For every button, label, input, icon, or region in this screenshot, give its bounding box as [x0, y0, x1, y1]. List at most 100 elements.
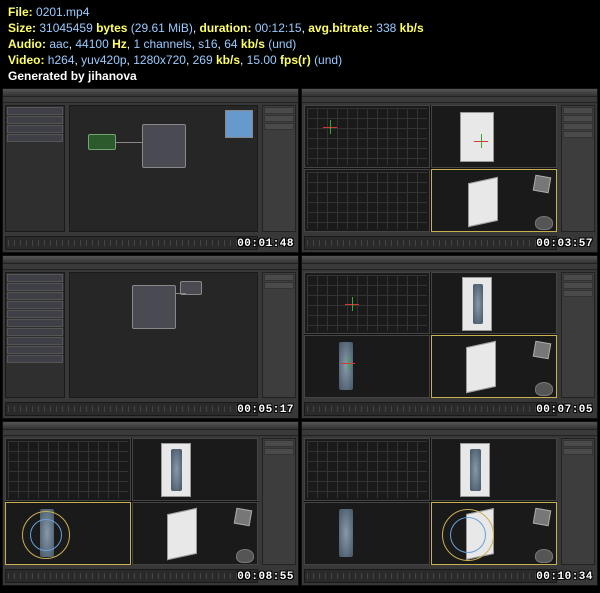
audio-hz-unit: Hz [112, 37, 127, 51]
grid-icon [8, 441, 128, 498]
material-browser [5, 105, 65, 232]
viewport-left [304, 502, 430, 565]
viewport-front [431, 438, 557, 501]
timeline [304, 402, 557, 416]
teapot-icon [535, 549, 553, 563]
reference-plane [462, 277, 492, 331]
grid-icon [307, 441, 427, 498]
reference-plane [161, 443, 191, 497]
panel-row [563, 131, 593, 138]
gen-label: Generated by [8, 69, 85, 83]
audio-kb: 64 [224, 37, 237, 51]
size-bytes-unit: bytes [96, 21, 127, 35]
list-item [7, 301, 63, 309]
file-line: File: 0201.mp4 [8, 4, 592, 20]
list-item [7, 337, 63, 345]
command-panel [262, 272, 296, 399]
axis-gizmo-icon [323, 120, 337, 134]
node-wire [176, 293, 186, 294]
timestamp: 00:05:17 [237, 404, 294, 416]
axis-gizmo-icon [345, 297, 359, 311]
viewport-top [304, 105, 430, 168]
panel-row [264, 274, 294, 281]
video-label: Video: [8, 53, 44, 67]
shader-node [142, 124, 186, 168]
video-line: Video: h264, yuv420p, 1280x720, 269 kb/s… [8, 52, 592, 68]
panel-row [563, 290, 593, 297]
teapot-icon [535, 216, 553, 230]
rotate-gizmo-icon [450, 517, 486, 553]
character-figure [339, 509, 353, 557]
timestamp: 00:08:55 [237, 571, 294, 583]
reference-plane [167, 508, 197, 560]
panel-row [563, 107, 593, 114]
list-item [7, 283, 63, 291]
video-res: 1280x720 [133, 53, 186, 67]
grid-icon [307, 275, 427, 332]
rotate-gizmo-icon [30, 519, 62, 551]
thumb-4: 00:07:05 [301, 255, 598, 420]
audio-kb-unit: kb/s [241, 37, 265, 51]
list-item [7, 107, 63, 115]
gen-user: jihanova [88, 69, 137, 83]
viewport-top [304, 438, 430, 501]
window-titlebar [302, 89, 597, 97]
shader-node [132, 285, 176, 329]
material-node [88, 134, 116, 150]
list-item [7, 355, 63, 363]
list-item [7, 319, 63, 327]
window-body [3, 103, 298, 252]
file-label: File: [8, 5, 33, 19]
node-wire [116, 142, 142, 143]
bitrate-unit: kb/s [400, 21, 424, 35]
viewcube-icon [533, 175, 552, 194]
viewport-quad [304, 272, 557, 399]
panel-row [563, 274, 593, 281]
video-kb: 269 [193, 53, 213, 67]
axis-gizmo-icon [341, 356, 355, 370]
video-fps: 15.00 [247, 53, 277, 67]
bitrate-value: 338 [376, 21, 396, 35]
viewport-quad [5, 438, 258, 565]
reference-plane [460, 443, 490, 497]
thumb-1: 00:01:48 [2, 88, 299, 253]
reference-plane [468, 177, 498, 227]
character-figure [473, 284, 483, 324]
list-item [7, 134, 63, 142]
command-panel [561, 105, 595, 232]
video-und: (und) [314, 53, 342, 67]
audio-codec: aac [49, 37, 68, 51]
viewport-top [304, 272, 430, 335]
list-item [7, 328, 63, 336]
command-panel [262, 438, 296, 565]
command-panel [262, 105, 296, 232]
audio-s16: s16 [198, 37, 217, 51]
teapot-icon [535, 382, 553, 396]
bitrate-label: avg.bitrate: [308, 21, 373, 35]
window-titlebar [302, 256, 597, 264]
panel-row [264, 448, 294, 455]
video-kb-unit: kb/s [216, 53, 240, 67]
character-figure [171, 449, 182, 491]
panel-row [264, 440, 294, 447]
panel-row [563, 115, 593, 122]
timestamp: 00:01:48 [237, 238, 294, 250]
media-info-header: File: 0201.mp4 Size: 31045459 bytes (29.… [0, 0, 600, 86]
axis-gizmo-icon [474, 134, 488, 148]
list-item [7, 274, 63, 282]
panel-row [563, 123, 593, 130]
window-titlebar [302, 422, 597, 430]
window-titlebar [3, 256, 298, 264]
panel-row [563, 440, 593, 447]
panel-row [264, 282, 294, 289]
video-fps-unit: fps(r) [280, 53, 311, 67]
size-mib: (29.61 MiB) [131, 21, 193, 35]
list-item [7, 116, 63, 124]
size-bytes: 31045459 [39, 21, 92, 35]
window-body [3, 270, 298, 419]
viewport-left [304, 169, 430, 232]
slate-canvas [69, 105, 258, 232]
list-item [7, 292, 63, 300]
thumb-3: 00:05:17 [2, 255, 299, 420]
window-titlebar [3, 89, 298, 97]
